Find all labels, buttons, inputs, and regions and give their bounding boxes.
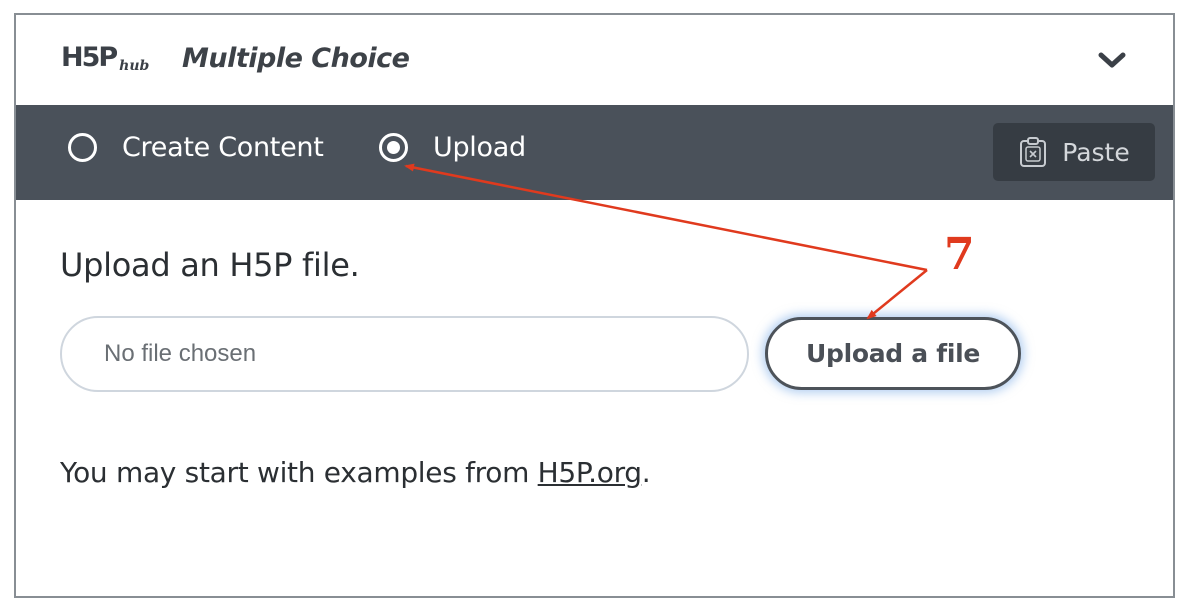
chevron-down-icon [1098,52,1126,68]
h5p-hub-panel: H5P hub Multiple Choice Create Content U… [14,13,1175,598]
create-content-radio[interactable] [68,133,97,162]
h5p-hub-logo: H5P hub [61,42,150,74]
hub-header[interactable]: H5P hub Multiple Choice [16,15,1173,105]
examples-text: You may start with examples from H5P.org… [60,456,651,489]
paste-button[interactable]: Paste [993,123,1155,181]
upload-title: Upload an H5P file. [60,246,360,284]
tab-upload[interactable]: Upload [379,132,526,163]
paste-label: Paste [1062,137,1130,167]
selected-content-type: Multiple Choice [182,43,410,74]
examples-suffix: . [641,456,651,489]
tab-create-content-label: Create Content [122,132,324,163]
tab-upload-label: Upload [433,132,526,163]
examples-prefix: You may start with examples from [60,456,538,489]
logo-h5p-text: H5P [61,42,118,73]
upload-file-label: Upload a file [805,339,981,368]
logo-hub-text: hub [119,58,150,74]
file-status-text: No file chosen [104,340,257,367]
tab-create-content[interactable]: Create Content [68,132,324,163]
file-input-field[interactable]: No file chosen [60,316,749,392]
tab-bar: Create Content Upload Paste [16,105,1173,200]
upload-radio[interactable] [379,133,408,162]
annotation-step-number: 7 [944,229,975,280]
collapse-button[interactable] [1097,49,1127,73]
clipboard-icon [1020,137,1047,167]
h5p-org-link[interactable]: H5P.org [538,456,642,489]
upload-file-button[interactable]: Upload a file [765,317,1021,390]
